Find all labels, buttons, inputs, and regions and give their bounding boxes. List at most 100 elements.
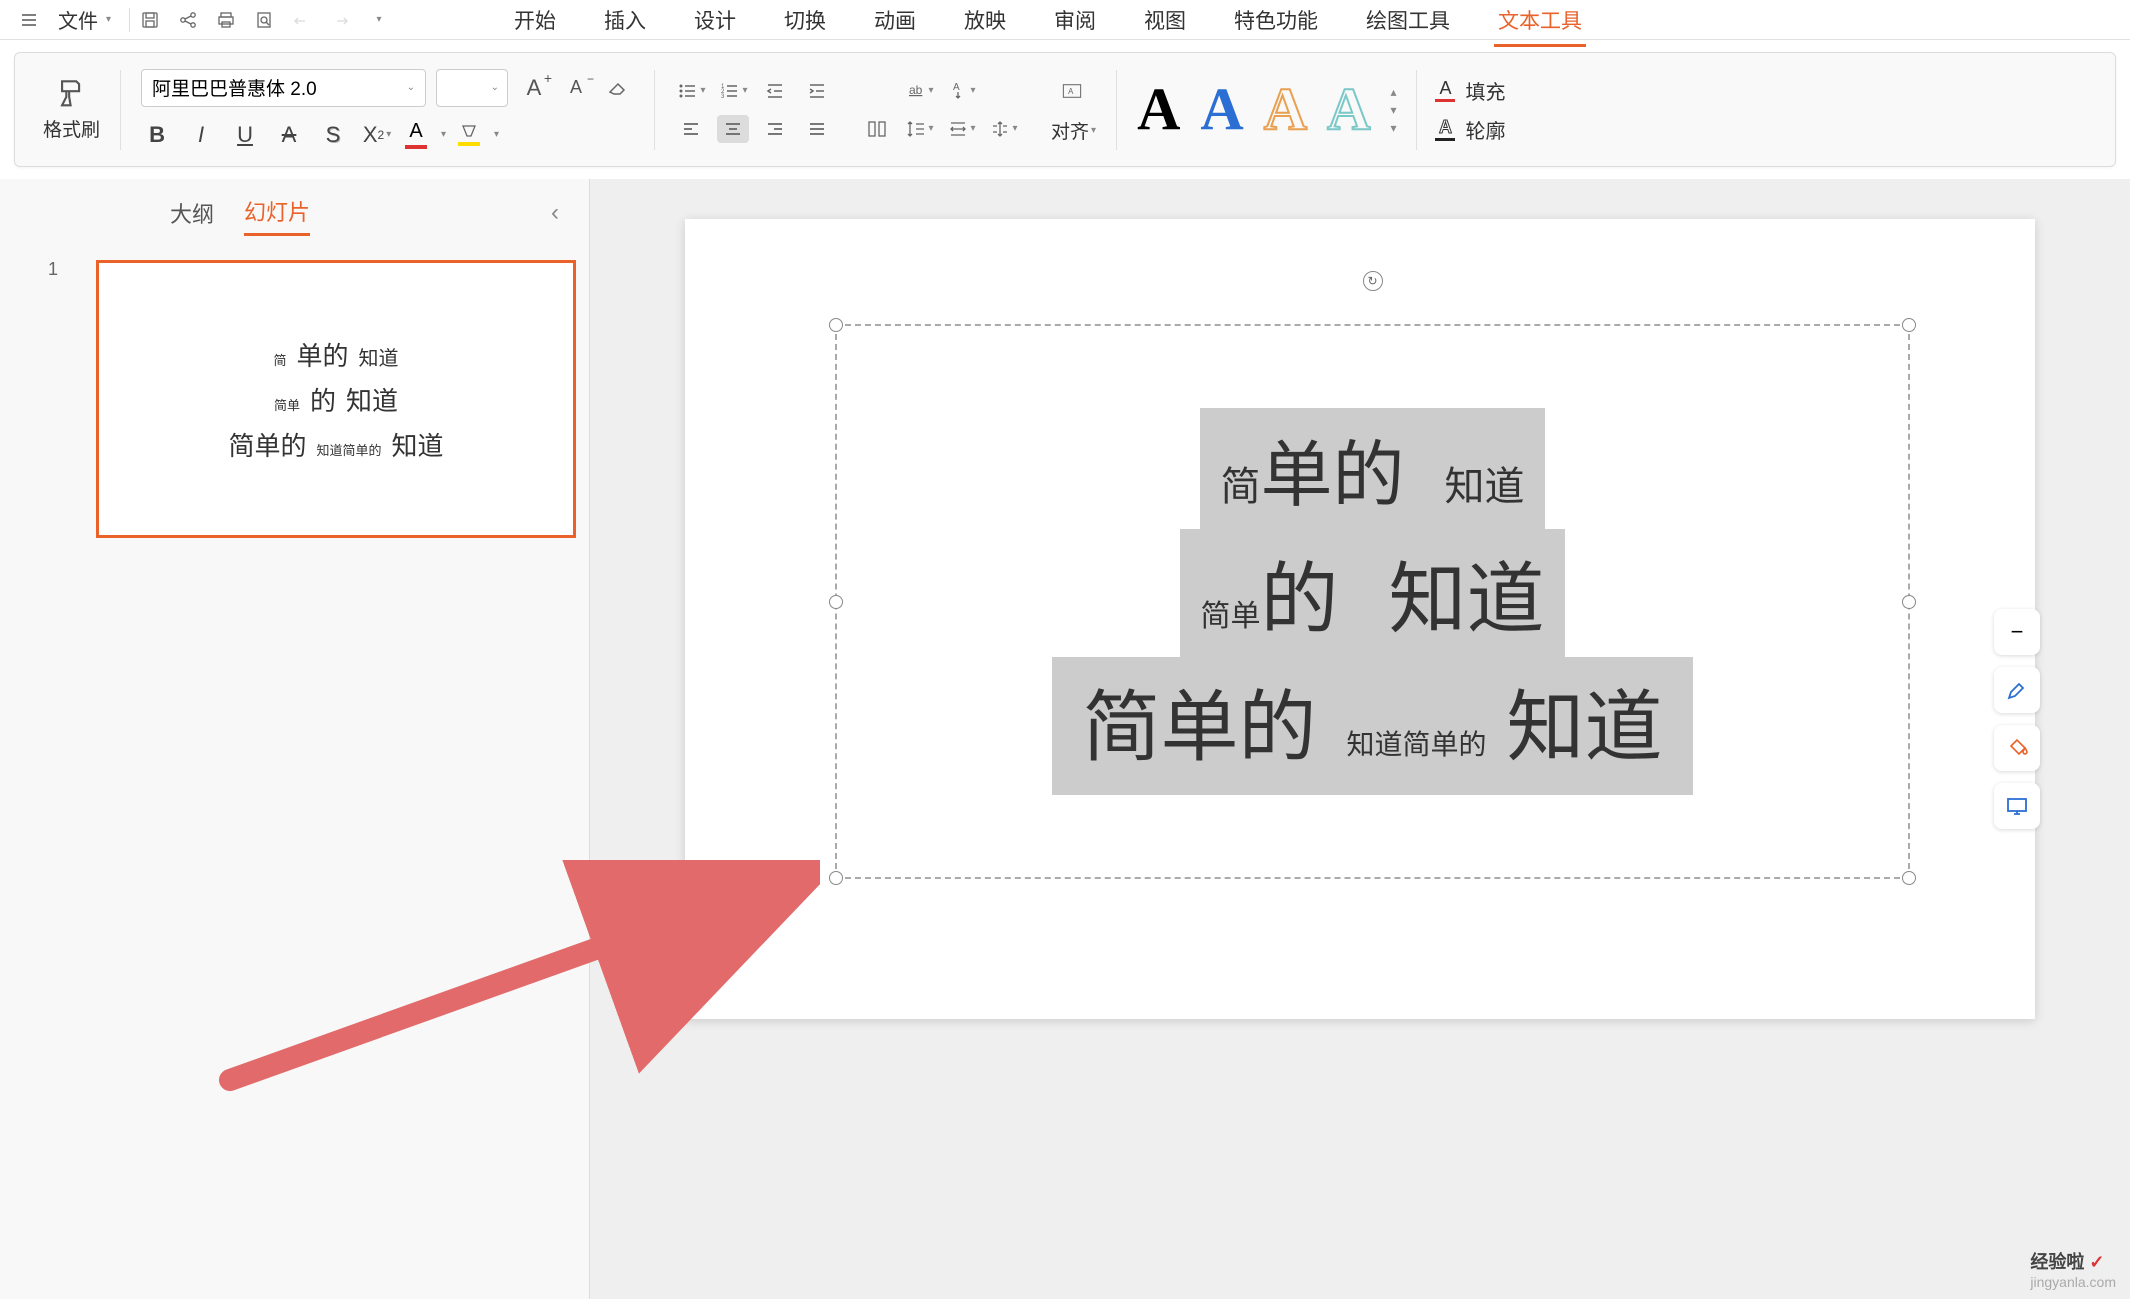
- resize-handle-ml[interactable]: [829, 595, 843, 609]
- slide-canvas[interactable]: ↻ 简 单的 知道 简单 的: [685, 219, 2035, 1019]
- more-dropdown-icon[interactable]: ▾: [366, 8, 390, 32]
- align-dropdown[interactable]: 对齐 ▾: [1047, 117, 1096, 144]
- wordart-style-3[interactable]: A: [1264, 75, 1307, 144]
- undo-icon[interactable]: [290, 8, 314, 32]
- text-direction-button[interactable]: ab▾: [903, 77, 935, 105]
- tab-design[interactable]: 设计: [690, 0, 740, 41]
- chevron-down-icon[interactable]: ▾: [441, 129, 446, 140]
- outline-tab[interactable]: 大纲: [170, 197, 214, 235]
- screen-button[interactable]: [1994, 783, 2040, 829]
- resize-handle-tr[interactable]: [1902, 318, 1916, 332]
- bucket-icon: [2005, 736, 2029, 760]
- text-span: 知道简单的: [1346, 723, 1486, 763]
- tab-drawing-tools[interactable]: 绘图工具: [1362, 0, 1454, 41]
- format-brush-label: 格式刷: [43, 115, 100, 142]
- thumb-text: 知道简单的: [316, 440, 381, 459]
- wordart-group: A A A A ▴ ▾ ▾: [1123, 75, 1410, 144]
- wordart-style-2[interactable]: A: [1200, 75, 1243, 144]
- panel-tabs: 大纲 幻灯片: [170, 195, 569, 236]
- decrease-font-button[interactable]: A−: [560, 72, 592, 104]
- text-box-selected[interactable]: ↻ 简 单的 知道 简单 的: [835, 324, 1910, 879]
- clear-format-button[interactable]: [602, 72, 634, 104]
- tab-insert[interactable]: 插入: [600, 0, 650, 41]
- line-spacing-button[interactable]: ▾: [903, 115, 935, 143]
- align-justify-button[interactable]: [801, 115, 833, 143]
- tab-features[interactable]: 特色功能: [1230, 0, 1322, 41]
- rotate-handle[interactable]: ↻: [1363, 271, 1383, 291]
- textbox-button[interactable]: A: [1049, 75, 1095, 107]
- slide-thumbnail-1[interactable]: 简 单的 知道 简单 的 知道 简单的 知道简单的 知道: [96, 260, 576, 538]
- hamburger-menu[interactable]: [10, 11, 48, 29]
- numbered-list-button[interactable]: 123▾: [717, 77, 749, 105]
- tab-view[interactable]: 视图: [1140, 0, 1190, 41]
- vertical-text-button[interactable]: A▾: [945, 77, 977, 105]
- align-right-button[interactable]: [759, 115, 791, 143]
- highlight-button[interactable]: [458, 124, 480, 146]
- bullet-list-button[interactable]: ▾: [675, 77, 707, 105]
- tab-text-tools[interactable]: 文本工具: [1494, 0, 1586, 41]
- superscript-button[interactable]: X2▾: [361, 119, 393, 151]
- tab-slideshow[interactable]: 放映: [960, 0, 1010, 41]
- wordart-more[interactable]: ▴ ▾ ▾: [1390, 85, 1396, 135]
- tab-start[interactable]: 开始: [510, 0, 560, 41]
- text-outline-button[interactable]: A 轮廓: [1433, 115, 1505, 144]
- resize-handle-br[interactable]: [1902, 871, 1916, 885]
- menu-tabs: 开始 插入 设计 切换 动画 放映 审阅 视图 特色功能 绘图工具 文本工具: [510, 0, 1586, 39]
- wordart-style-4[interactable]: A: [1327, 75, 1370, 144]
- file-label: 文件: [58, 5, 98, 34]
- eyedropper-button[interactable]: [1994, 667, 2040, 713]
- tab-review[interactable]: 审阅: [1050, 0, 1100, 41]
- font-name-select[interactable]: 阿里巴巴普惠体 2.0 ⌄: [141, 69, 426, 107]
- text-span: 的: [1260, 537, 1338, 649]
- share-icon[interactable]: [176, 8, 200, 32]
- tab-transition[interactable]: 切换: [780, 0, 830, 41]
- paragraph-group: ▾ 123▾: [661, 53, 847, 166]
- font-color-button[interactable]: A: [405, 120, 427, 149]
- chevron-down-icon[interactable]: ▾: [494, 129, 499, 140]
- resize-handle-bl[interactable]: [829, 871, 843, 885]
- fill-outline-group: A 填充 A 轮廓: [1423, 76, 1505, 144]
- quick-toolbar: ▾: [138, 8, 390, 32]
- redo-icon[interactable]: [328, 8, 352, 32]
- italic-button[interactable]: I: [185, 119, 217, 151]
- resize-handle-mr[interactable]: [1902, 595, 1916, 609]
- fill-label: 填充: [1465, 76, 1505, 105]
- thumb-text: 知道: [392, 426, 444, 463]
- align-center-button[interactable]: [717, 115, 749, 143]
- save-icon[interactable]: [138, 8, 162, 32]
- ribbon: 格式刷 阿里巴巴普惠体 2.0 ⌄ ⌄ A+ A− B I U A S: [14, 52, 2116, 167]
- hamburger-icon: [20, 11, 38, 29]
- print-icon[interactable]: [214, 8, 238, 32]
- text-content[interactable]: 简 单的 知道 简单 的 知道 简单的 知道简单的: [837, 326, 1908, 877]
- columns-button[interactable]: [861, 115, 893, 143]
- chevron-down-icon: ⌄: [491, 82, 499, 93]
- resize-handle-tl[interactable]: [829, 318, 843, 332]
- brush-icon: [55, 77, 89, 111]
- char-spacing-button[interactable]: ▾: [945, 115, 977, 143]
- decrease-indent-button[interactable]: [759, 77, 791, 105]
- para-spacing-button[interactable]: ▾: [987, 115, 1019, 143]
- underline-button[interactable]: U: [229, 119, 261, 151]
- collapse-panel-button[interactable]: ‹: [551, 199, 559, 227]
- paint-bucket-button[interactable]: [1994, 725, 2040, 771]
- text-span: 单的: [1260, 416, 1404, 521]
- align-left-button[interactable]: [675, 115, 707, 143]
- thumb-text: 简单的: [228, 426, 306, 463]
- font-size-select[interactable]: ⌄: [436, 69, 508, 107]
- increase-indent-button[interactable]: [801, 77, 833, 105]
- wordart-style-1[interactable]: A: [1137, 75, 1180, 144]
- text-line-2: 简单 的 知道: [1180, 529, 1564, 657]
- text-fill-button[interactable]: A 填充: [1433, 76, 1505, 105]
- svg-text:3: 3: [721, 94, 725, 100]
- floating-toolbar: −: [1994, 609, 2040, 829]
- increase-font-button[interactable]: A+: [518, 72, 550, 104]
- slides-tab[interactable]: 幻灯片: [244, 195, 310, 236]
- print-preview-icon[interactable]: [252, 8, 276, 32]
- strikethrough-button[interactable]: A: [273, 119, 305, 151]
- bold-button[interactable]: B: [141, 119, 173, 151]
- file-menu[interactable]: 文件 ▾: [48, 5, 121, 34]
- shadow-button[interactable]: S: [317, 119, 349, 151]
- format-brush-button[interactable]: 格式刷: [43, 77, 100, 142]
- zoom-out-button[interactable]: −: [1994, 609, 2040, 655]
- tab-animation[interactable]: 动画: [870, 0, 920, 41]
